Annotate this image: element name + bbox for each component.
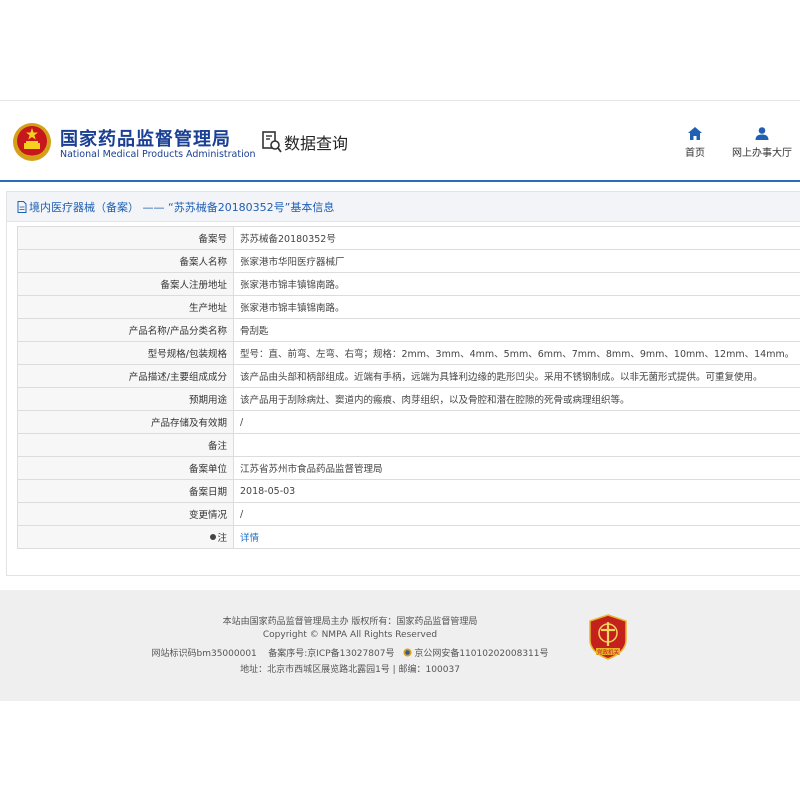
police-emblem-icon	[403, 648, 412, 657]
footer-copyright: Copyright © NMPA All Rights Reserved	[262, 630, 438, 640]
document-search-icon	[262, 131, 282, 153]
row-value: 该产品用于刮除病灶、窦道内的瘢痕、肉芽组织，以及骨腔和潜在腔隙的死骨或病理组织等…	[233, 387, 800, 411]
nav-home[interactable]: 首页	[680, 127, 710, 159]
row-value: 江苏省苏州市食品药品监督管理局	[233, 456, 800, 480]
row-label: 产品名称/产品分类名称	[17, 318, 234, 342]
table-row: 备案人名称 张家港市华阳医疗器械厂	[17, 249, 800, 273]
details-link[interactable]: 详情	[240, 533, 259, 544]
home-icon	[688, 127, 702, 140]
row-value: 该产品由头部和柄部组成。近端有手柄，远端为具锋利边缘的匙形凹尖。采用不锈钢制成。…	[233, 364, 800, 388]
table-row: 型号规格/包装规格 型号：直、前弯、左弯、右弯；规格：2mm、3mm、4mm、5m…	[17, 341, 800, 365]
icp-link[interactable]: 备案序号:京ICP备13027807号	[268, 649, 394, 659]
nav-home-label: 首页	[685, 148, 705, 159]
row-label: 备注	[17, 433, 234, 457]
row-label: 备案日期	[17, 479, 234, 503]
row-label: 备案单位	[17, 456, 234, 480]
row-label: 产品存储及有效期	[17, 410, 234, 434]
row-value: 张家港市锦丰镇锦南路。	[233, 272, 800, 296]
table-row: 产品存储及有效期 /	[17, 410, 800, 434]
row-value: 型号：直、前弯、左弯、右弯；规格：2mm、3mm、4mm、5mm、6mm、7mm…	[233, 341, 800, 365]
row-label: 备案号	[17, 226, 234, 250]
site-footer: 本站由国家药品监督管理局主办 版权所有：国家药品监督管理局 Copyright …	[0, 590, 800, 701]
row-value: 苏苏械备20180352号	[233, 226, 800, 250]
site-subtitle: National Medical Products Administration	[60, 149, 256, 160]
badge-label: 党政机关	[597, 648, 620, 656]
user-icon	[755, 127, 769, 140]
table-row: 产品描述/主要组成成分 该产品由头部和柄部组成。近端有手柄，远端为具锋利边缘的匙形…	[17, 364, 800, 388]
document-icon	[17, 200, 27, 213]
table-row: 产品名称/产品分类名称 骨刮匙	[17, 318, 800, 342]
row-label: 型号规格/包装规格	[17, 341, 234, 365]
nav-online-hall-label: 网上办事大厅	[732, 148, 792, 159]
table-row: 备案人注册地址 张家港市锦丰镇锦南路。	[17, 272, 800, 296]
data-query-link[interactable]: 数据查询	[262, 131, 348, 153]
data-query-label: 数据查询	[284, 134, 349, 153]
row-label: 产品描述/主要组成成分	[17, 364, 234, 388]
row-label: 生产地址	[17, 295, 234, 319]
row-value: 详情	[233, 525, 800, 549]
row-label: 变更情况	[17, 502, 234, 526]
row-value: 2018-05-03	[233, 479, 800, 503]
table-row: 备案单位 江苏省苏州市食品药品监督管理局	[17, 456, 800, 480]
site-header: 国家药品监督管理局 National Medical Products Admi…	[0, 100, 800, 182]
detail-panel: 境内医疗器械（备案） —— “苏苏械备20180352号”基本信息 备案号 苏苏械…	[6, 191, 800, 576]
record-detail-table: 备案号 苏苏械备20180352号 备案人名称 张家港市华阳医疗器械厂 备案人注册地…	[17, 226, 800, 549]
national-emblem-icon	[13, 123, 51, 161]
row-value: 张家港市锦丰镇锦南路。	[233, 295, 800, 319]
row-label: 备案人名称	[17, 249, 234, 273]
breadcrumb-text: 境内医疗器械（备案） —— “苏苏械备20180352号”基本信息	[29, 200, 335, 214]
location-pin-icon	[210, 534, 217, 540]
row-value: /	[233, 410, 800, 434]
footer-address: 地址：北京市西城区展览路北露园1号 | 邮编：100037	[240, 665, 460, 675]
party-government-badge-icon[interactable]: 党政机关	[588, 614, 628, 660]
table-row: 备案号 苏苏械备20180352号	[17, 226, 800, 250]
note-label: 注	[217, 533, 227, 544]
table-row: 备案日期 2018-05-03	[17, 479, 800, 503]
breadcrumb: 境内医疗器械（备案） —— “苏苏械备20180352号”基本信息	[7, 192, 800, 222]
row-value: 骨刮匙	[233, 318, 800, 342]
row-label: 注	[17, 525, 234, 549]
row-value: /	[233, 502, 800, 526]
row-label: 预期用途	[17, 387, 234, 411]
table-row: 预期用途 该产品用于刮除病灶、窦道内的瘢痕、肉芽组织，以及骨腔和潜在腔隙的死骨或病…	[17, 387, 800, 411]
row-label: 备案人注册地址	[17, 272, 234, 296]
police-record-link[interactable]: 京公网安备11010202008311号	[414, 649, 548, 659]
footer-host-text: 本站由国家药品监督管理局主办 版权所有：国家药品监督管理局	[222, 617, 478, 627]
table-row: 生产地址 张家港市锦丰镇锦南路。	[17, 295, 800, 319]
footer-registration: 网站标识码bm35000001 备案序号:京ICP备13027807号 京公网安…	[0, 646, 750, 659]
table-row: 变更情况 /	[17, 502, 800, 526]
table-row: 注 详情	[17, 525, 800, 549]
table-row: 备注	[17, 433, 800, 457]
site-id-text: 网站标识码bm35000001	[151, 649, 257, 659]
row-value	[233, 433, 800, 457]
nav-online-hall[interactable]: 网上办事大厅	[730, 127, 794, 159]
site-title: 国家药品监督管理局	[60, 129, 231, 150]
row-value: 张家港市华阳医疗器械厂	[233, 249, 800, 273]
